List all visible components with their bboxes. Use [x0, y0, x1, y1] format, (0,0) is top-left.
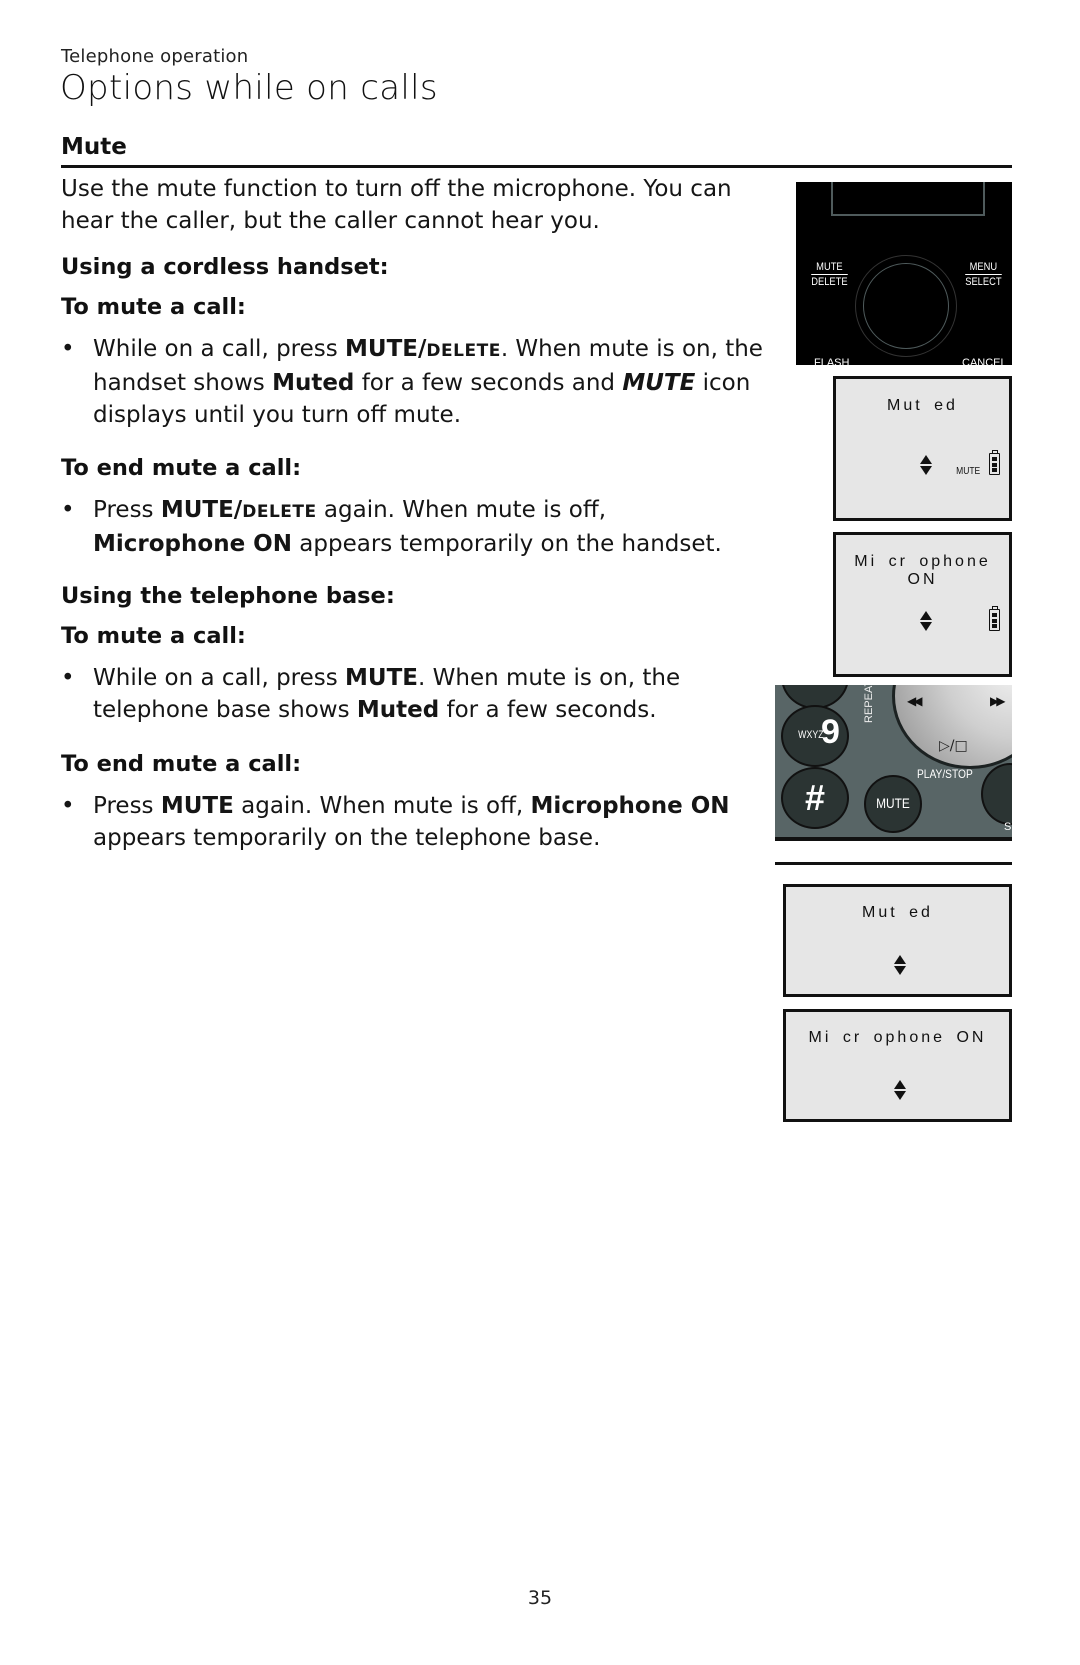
key-label: DELETE: [811, 276, 848, 288]
base-heading: Using the telephone base:: [61, 583, 395, 609]
scroll-arrows-icon: [919, 611, 933, 631]
play-stop-label: PLAY/STOP: [917, 767, 973, 781]
handset-screen-muted: Mut ed MUTE: [833, 376, 1012, 521]
handset-screen-frame: [831, 182, 985, 216]
display-text: Muted: [272, 370, 355, 396]
intro-paragraph: Use the mute function to turn off the mi…: [61, 176, 732, 234]
handset-heading: Using a cordless handset:: [61, 254, 389, 280]
bullet-dot: •: [61, 665, 75, 691]
section-label: Telephone operation: [61, 46, 249, 67]
key-label: MUTE: [876, 795, 910, 811]
mute-delete-key[interactable]: MUTE DELETE: [811, 260, 848, 289]
key-label: SELECT: [965, 276, 1002, 288]
handset-mute-heading: To mute a call:: [61, 294, 246, 320]
screen-text: Mi cr ophone ON: [854, 553, 991, 588]
key-name: MUTE: [345, 665, 419, 691]
menu-select-key[interactable]: MENU SELECT: [965, 260, 1002, 289]
text: again. When mute is off,: [233, 793, 531, 819]
bullet-dot: •: [61, 793, 75, 819]
forward-icon[interactable]: ▶▶: [990, 694, 1006, 708]
text: appears temporarily on the telephone bas…: [93, 825, 601, 851]
base-screen-microphone-on: Mi cr ophone ON: [783, 1009, 1012, 1122]
base-mute-bullet: • While on a call, press MUTE. When mute…: [61, 662, 751, 726]
base-end-bullet: • Press MUTE again. When mute is off, Mi…: [61, 790, 773, 854]
rewind-icon[interactable]: ◀◀: [907, 694, 923, 708]
key-name: MUTE/: [345, 336, 427, 362]
mute-heading: Mute: [61, 134, 127, 160]
key-name: MUTE/: [160, 497, 243, 523]
handset-mute-bullet: • While on a call, press MUTE/DELETE. Wh…: [61, 333, 776, 431]
handset-keypad-image: MUTE DELETE MENU SELECT FLASH CANCEL: [796, 182, 1012, 365]
scroll-arrows-icon: [893, 955, 907, 975]
key-name: MUTE: [160, 793, 234, 819]
text: Press: [93, 497, 161, 523]
display-text: Microphone ON: [93, 531, 292, 557]
screen-text: Mut ed: [862, 904, 933, 921]
nav-ring-inner[interactable]: [863, 263, 949, 349]
battery-icon: [989, 606, 1000, 631]
handset-screen-microphone-on: Mi cr ophone ON: [833, 532, 1012, 677]
battery-icon: [989, 450, 1000, 475]
screen-text: Mi cr ophone ON: [808, 1029, 987, 1046]
key-name: DELETE: [242, 502, 317, 522]
play-stop-icon[interactable]: ▷/□: [939, 738, 968, 754]
bullet-dot: •: [61, 497, 75, 523]
key-label: MENU: [965, 260, 1002, 275]
base-end-heading: To end mute a call:: [61, 751, 302, 777]
base-mute-button[interactable]: MUTE: [864, 775, 922, 833]
mute-indicator-icon: MUTE: [956, 466, 981, 477]
key-digit: 9: [821, 713, 840, 751]
repeat-label: REPEAT: [863, 685, 875, 723]
base-divider: [775, 862, 1012, 865]
scroll-arrows-icon: [893, 1080, 907, 1100]
text: appears temporarily on the handset.: [291, 531, 722, 557]
text: Press: [93, 793, 161, 819]
page-title: Options while on calls: [60, 68, 438, 108]
text: for a few seconds and: [354, 370, 623, 396]
key-label: MUTE: [811, 260, 848, 275]
playback-dial[interactable]: ◀◀ ▶▶ ▷/□: [892, 685, 1012, 769]
text: for a few seconds.: [439, 697, 657, 723]
icon-name: MUTE: [622, 370, 696, 396]
page-number: 35: [527, 1587, 553, 1609]
flash-key-label: FLASH: [814, 357, 850, 365]
key-name: DELETE: [426, 341, 501, 361]
partial-label: S: [1004, 821, 1012, 833]
base-key-hash[interactable]: #: [781, 767, 849, 829]
display-text: Muted: [356, 697, 440, 723]
handset-end-bullet: • Press MUTE/DELETE again. When mute is …: [61, 494, 761, 560]
key-letters: WXYZ: [798, 729, 824, 741]
handset-end-heading: To end mute a call:: [61, 455, 302, 481]
text: While on a call, press: [93, 665, 346, 691]
heading-rule: [61, 165, 1012, 168]
bullet-dot: •: [61, 336, 75, 362]
screen-text: Mut ed: [887, 397, 958, 414]
scroll-arrows-icon: [919, 455, 933, 475]
base-mute-heading: To mute a call:: [61, 623, 246, 649]
display-text: Microphone ON: [530, 793, 730, 819]
base-keypad-image: WXYZ 9 # MUTE REPEAT ◀◀ ▶▶ ▷/□ PLAY/STOP…: [775, 685, 1012, 841]
base-key-9[interactable]: WXYZ 9: [781, 705, 849, 767]
base-screen-muted: Mut ed: [783, 884, 1012, 997]
text: again. When mute is off,: [316, 497, 607, 523]
text: While on a call, press: [93, 336, 346, 362]
base-key-partial[interactable]: [981, 763, 1012, 825]
cancel-key-label: CANCEL: [962, 357, 1007, 365]
key-symbol: #: [804, 777, 826, 818]
